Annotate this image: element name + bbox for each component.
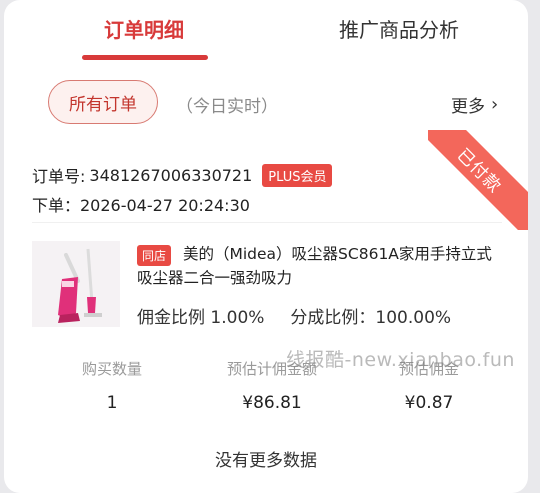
- tab-product-analysis[interactable]: 推广商品分析: [339, 18, 459, 42]
- share-rate: 分成比例：100.00%: [290, 308, 452, 328]
- more-button[interactable]: 更多 ›: [451, 92, 498, 117]
- vacuum-cleaner-image: [32, 241, 120, 327]
- active-tab-indicator: [82, 55, 208, 60]
- stat-commission-base: 预估计佣金额 ¥86.81: [197, 358, 347, 413]
- tab-bar: 订单明细 推广商品分析: [4, 0, 528, 62]
- all-orders-filter-button[interactable]: 所有订单: [48, 80, 158, 124]
- stat-estimated-commission-label: 预估佣金: [398, 360, 459, 378]
- paid-status-label: 已付款: [428, 130, 528, 230]
- more-label: 更多: [451, 97, 485, 117]
- chevron-right-icon: ›: [491, 94, 499, 115]
- product-title[interactable]: 美的（Midea）吸尘器SC861A家用手持立式吸尘器二合一强劲吸力: [137, 242, 505, 290]
- product-thumbnail[interactable]: [32, 241, 120, 327]
- divider: [32, 222, 502, 223]
- stat-quantity-label: 购买数量: [81, 360, 142, 378]
- order-number: 3481267006330721: [89, 165, 253, 185]
- plus-member-badge: PLUS会员: [262, 163, 333, 187]
- order-stats: 购买数量 1 预估计佣金额 ¥86.81 预估佣金 ¥0.87: [4, 358, 528, 418]
- status-ribbon: 已付款: [428, 130, 528, 230]
- stat-quantity-value: 1: [106, 393, 118, 413]
- order-number-label: 订单号:: [32, 167, 86, 186]
- commission-rates: 佣金比例 1.00% 分成比例：100.00%: [137, 303, 451, 328]
- realtime-hint: （今日实时）: [176, 97, 278, 117]
- stat-quantity: 购买数量 1: [37, 358, 187, 413]
- stat-commission-base-label: 预估计佣金额: [226, 360, 317, 378]
- order-number-row: 订单号: 3481267006330721 PLUS会员: [32, 163, 333, 187]
- same-store-badge: 同店: [137, 245, 172, 266]
- tab-order-details[interactable]: 订单明细: [104, 18, 184, 42]
- stat-estimated-commission-value: ¥0.87: [404, 393, 454, 413]
- no-more-data-text: 没有更多数据: [215, 451, 317, 471]
- order-placed-time: 下单：2026-04-27 20:24:30: [32, 196, 250, 215]
- order-card: 订单明细 推广商品分析 所有订单 （今日实时） 更多 › 已付款 订单号: 34…: [4, 0, 528, 493]
- stat-estimated-commission: 预估佣金 ¥0.87: [354, 358, 504, 413]
- stat-commission-base-value: ¥86.81: [242, 393, 302, 413]
- commission-rate: 佣金比例 1.00%: [137, 308, 265, 328]
- all-orders-label: 所有订单: [69, 94, 137, 115]
